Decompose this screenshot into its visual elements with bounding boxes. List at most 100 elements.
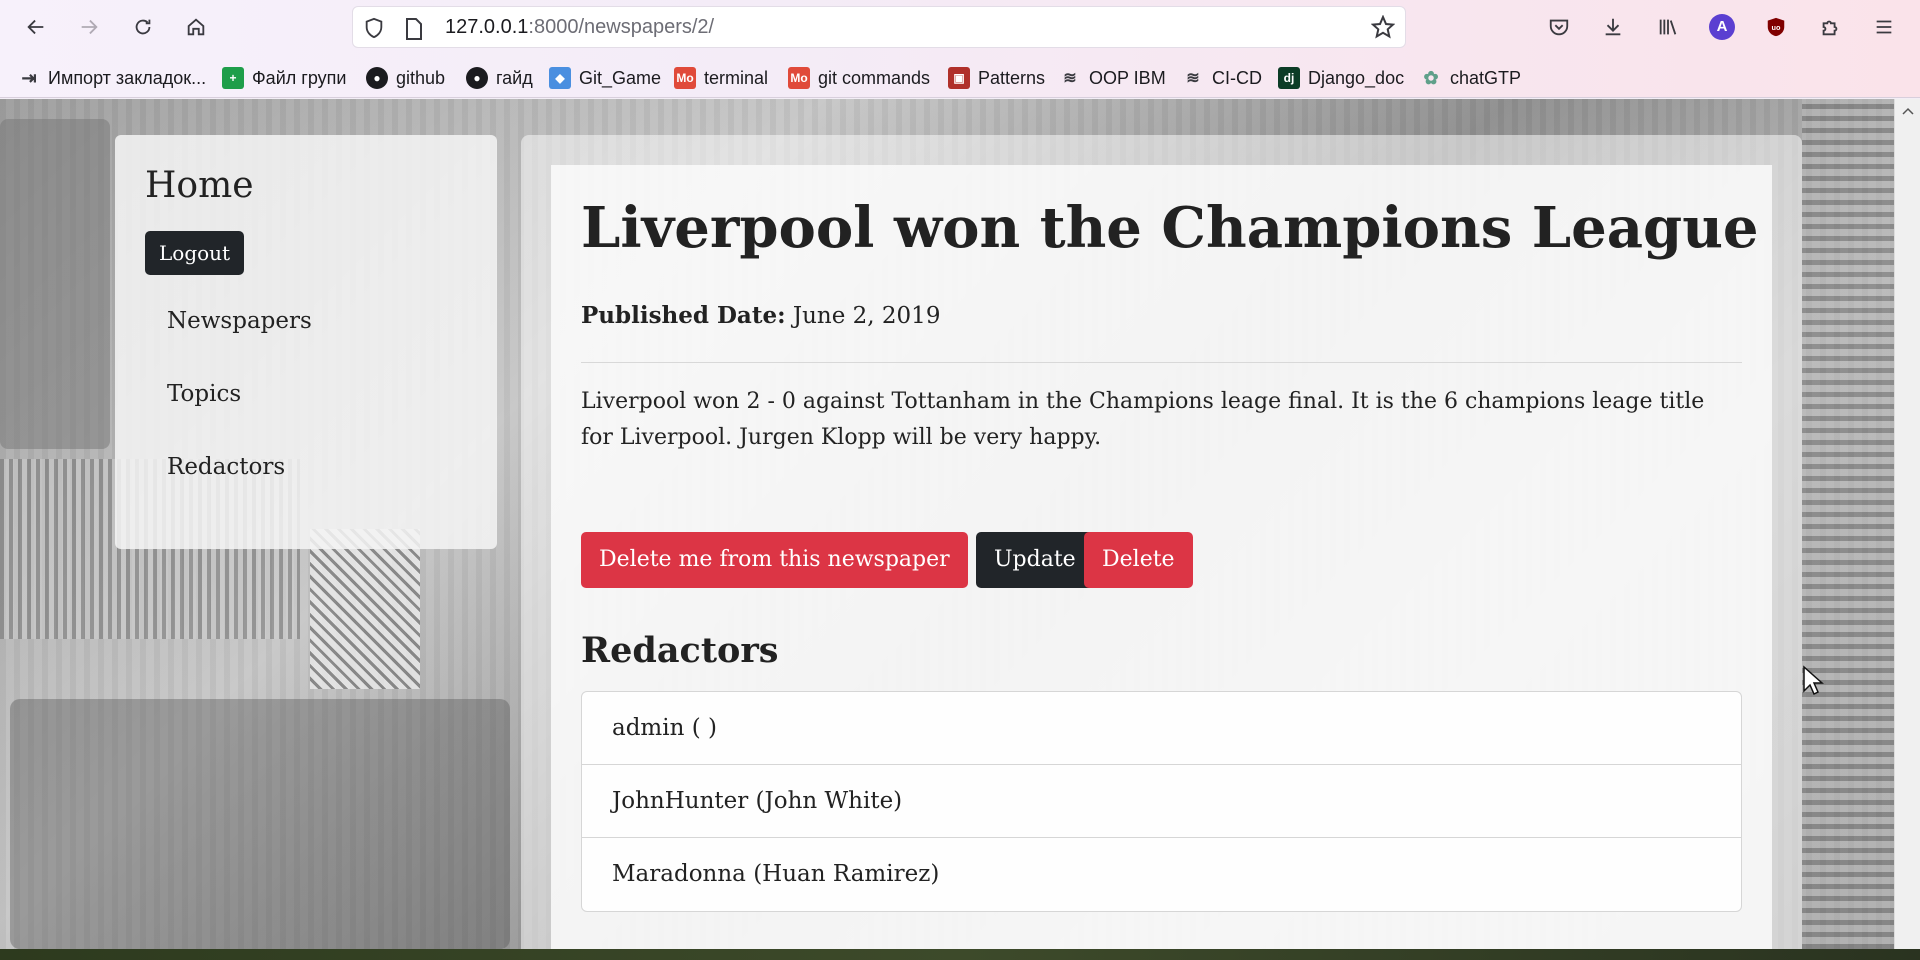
mo-icon: Mo [674, 67, 696, 89]
bookmark-patterns[interactable]: ▣ Patterns [948, 64, 1045, 92]
bookmark-github[interactable]: ● github [366, 64, 445, 92]
bookmark-label: гайд [496, 67, 533, 88]
pocket-button[interactable] [1541, 9, 1577, 45]
navigation-toolbar: 127.0.0.1:8000/newspapers/2/ A uo [0, 0, 1920, 54]
forward-button[interactable] [71, 9, 107, 45]
download-icon [1605, 18, 1621, 36]
published-date-label: Published Date: [581, 302, 786, 329]
sidebar: Home Logout Newspapers Topics Redactors [115, 135, 497, 549]
reload-icon [135, 19, 151, 35]
logout-button[interactable]: Logout [145, 231, 245, 275]
page-scrollbar[interactable] [1894, 99, 1920, 949]
bookmark-label: OOP IBM [1089, 67, 1166, 88]
list-item: JohnHunter (John White) [582, 765, 1741, 838]
import-icon: ⇥ [21, 67, 37, 88]
ibm-icon: ≋ [1186, 70, 1200, 87]
reload-button[interactable] [125, 9, 161, 45]
avatar: A [1709, 14, 1735, 40]
mouse-cursor-icon [1803, 665, 1824, 696]
back-arrow-icon [27, 19, 44, 35]
bookmark-star-icon[interactable] [1371, 15, 1395, 39]
ublock-shield-icon: uo [1767, 17, 1785, 37]
bookmark-import[interactable]: ⇥ Импорт закладок... [18, 64, 206, 92]
home-button[interactable] [178, 9, 214, 45]
hamburger-menu-icon [1876, 20, 1892, 34]
address-bar[interactable]: 127.0.0.1:8000/newspapers/2/ [352, 6, 1406, 48]
downloads-button[interactable] [1595, 9, 1631, 45]
bookmark-label: git commands [818, 67, 931, 88]
bookmark-django-doc[interactable]: dj Django_doc [1278, 64, 1404, 92]
sidebar-item-newspapers[interactable]: Newspapers [167, 308, 312, 334]
bookmark-group-file[interactable]: + Файл групи [222, 64, 346, 92]
forward-arrow-icon [81, 19, 98, 35]
bookmark-git-commands[interactable]: Mo git commands [788, 64, 930, 92]
article-content: Liverpool won 2 - 0 against Tottanham in… [581, 389, 1705, 450]
divider [581, 362, 1742, 363]
sidebar-item-redactors[interactable]: Redactors [167, 454, 285, 480]
bookmark-label: github [396, 67, 446, 88]
bookmark-terminal[interactable]: Mo terminal [674, 64, 768, 92]
sheets-icon: + [222, 67, 244, 89]
django-icon: dj [1278, 67, 1300, 89]
sidebar-home-link[interactable]: Home [145, 165, 254, 206]
sidebar-item-topics[interactable]: Topics [167, 381, 241, 407]
published-date-value: June 2, 2019 [792, 303, 941, 329]
library-button[interactable] [1650, 9, 1686, 45]
page-viewport: Home Logout Newspapers Topics Redactors … [0, 99, 1894, 949]
list-item: Maradonna (Huan Ramirez) [612, 861, 940, 887]
svg-text:uo: uo [1772, 23, 1781, 32]
list-item: admin ( ) [582, 692, 1741, 765]
redactor-list: admin ( ) JohnHunter (John White) Marado… [581, 691, 1742, 912]
back-button[interactable] [18, 9, 54, 45]
newspaper-detail-card: Liverpool won the Champions League Publi… [551, 165, 1772, 949]
pocket-icon [1549, 19, 1569, 36]
home-icon [187, 18, 205, 36]
page-info-icon[interactable] [405, 18, 423, 40]
library-icon [1659, 19, 1677, 35]
openai-icon: ✿ [1423, 67, 1439, 88]
update-button[interactable]: Update [976, 532, 1094, 588]
extensions-button[interactable] [1812, 9, 1848, 45]
bookmark-label: Git_Game [579, 67, 662, 88]
bookmark-label: Patterns [978, 67, 1046, 88]
shield-icon[interactable] [363, 16, 385, 40]
menu-button[interactable] [1866, 9, 1902, 45]
url-host: 127.0.0.1 [445, 16, 529, 38]
bookmark-git-game[interactable]: ◆ Git_Game [549, 64, 661, 92]
redactors-heading: Redactors [581, 630, 779, 671]
bookmark-chatgpt[interactable]: ✿ chatGTP [1420, 64, 1521, 92]
published-date-row: Published Date: June 2, 2019 [581, 302, 940, 329]
bookmark-ci-cd[interactable]: ≋ CI-CD [1182, 64, 1262, 92]
background-grille [310, 529, 420, 689]
bookmark-label: Импорт закладок... [48, 67, 207, 88]
bookmark-label: Файл групи [252, 67, 347, 88]
ibm-icon: ≋ [1063, 70, 1077, 87]
bookmark-guide[interactable]: ● гайд [466, 64, 533, 92]
delete-me-from-newspaper-button[interactable]: Delete me from this newspaper [581, 532, 968, 588]
background-amp-left [0, 119, 110, 449]
delete-button[interactable]: Delete [1084, 532, 1193, 588]
background-records-right [1802, 99, 1894, 949]
bookmark-label: terminal [704, 67, 769, 88]
bookmark-oop-ibm[interactable]: ≋ OOP IBM [1059, 64, 1166, 92]
bookmark-label: CI-CD [1212, 67, 1262, 88]
taskbar-strip [0, 949, 1920, 960]
bookmark-label: Django_doc [1308, 67, 1405, 88]
account-button[interactable]: A [1704, 9, 1740, 45]
github-icon: ● [366, 67, 388, 89]
puzzle-icon [1822, 20, 1838, 36]
patterns-icon: ▣ [948, 67, 970, 89]
bookmark-label: chatGTP [1450, 67, 1522, 88]
game-icon: ◆ [549, 67, 571, 89]
url-text[interactable]: 127.0.0.1:8000/newspapers/2/ [445, 15, 714, 39]
bookmarks-toolbar: ⇥ Импорт закладок... + Файл групи ● gith… [0, 60, 1920, 94]
url-path: :8000/newspapers/2/ [528, 16, 715, 38]
page-title: Liverpool won the Champions League [581, 195, 1759, 261]
browser-chrome: 127.0.0.1:8000/newspapers/2/ A uo ⇥ Импо… [0, 0, 1920, 98]
github-icon: ● [466, 67, 488, 89]
main-panel: Liverpool won the Champions League Publi… [521, 135, 1802, 949]
scroll-up-arrow-icon[interactable] [1902, 105, 1914, 117]
ublock-button[interactable]: uo [1758, 9, 1794, 45]
mo-icon: Mo [788, 67, 810, 89]
background-amp-bottom [10, 699, 510, 949]
